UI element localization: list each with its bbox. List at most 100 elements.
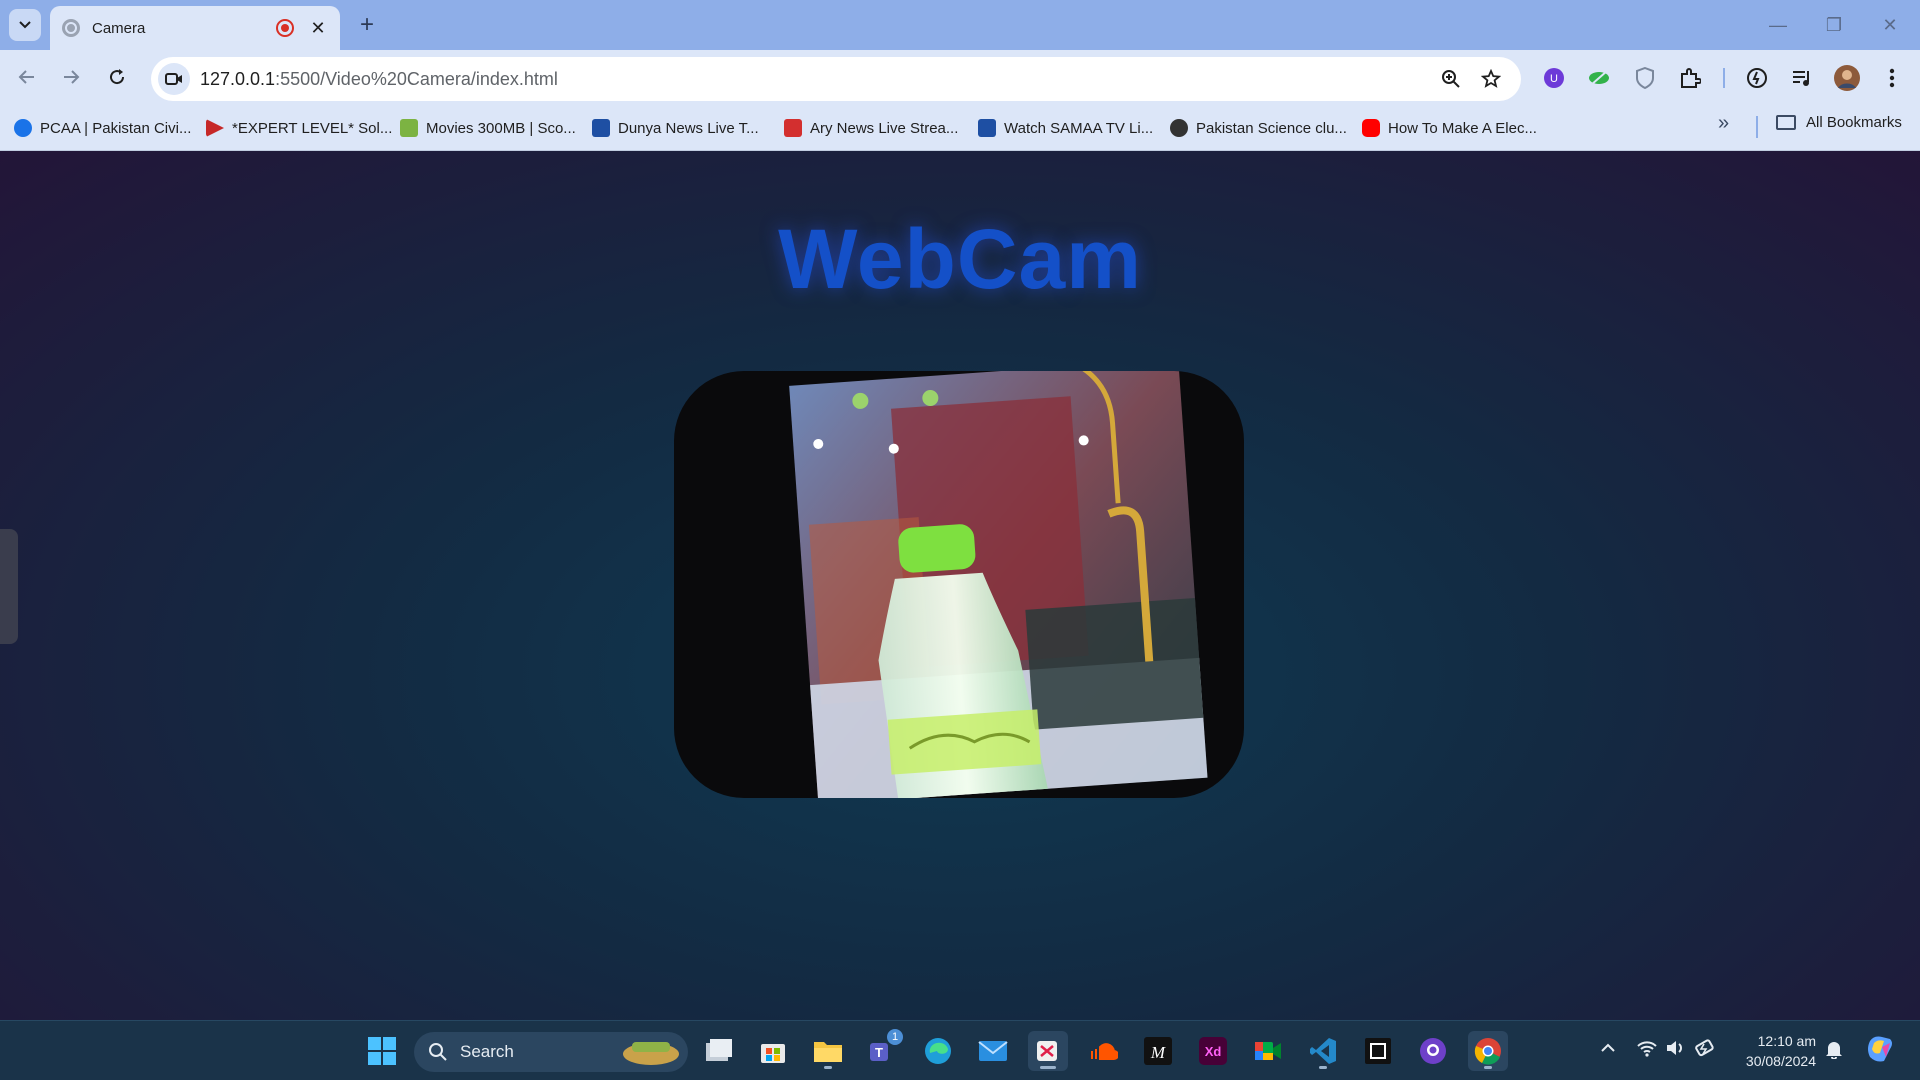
taskbar-search[interactable]: Search [414, 1032, 688, 1072]
eye-off-icon [1589, 70, 1609, 86]
medium-app-button[interactable]: M [1138, 1031, 1178, 1071]
tab-search-button[interactable] [9, 9, 41, 41]
dunya-logo-icon [592, 119, 610, 137]
zoom-icon [1442, 70, 1460, 88]
forward-button[interactable] [56, 62, 86, 92]
reload-button[interactable] [102, 62, 132, 92]
arrow-left-icon [18, 70, 34, 84]
bookmark-samaa-tv[interactable]: Watch SAMAA TV Li... [978, 115, 1153, 141]
show-hidden-icons-button[interactable] [1600, 1039, 1616, 1060]
google-meet-button[interactable] [1248, 1031, 1288, 1071]
network-button[interactable] [1636, 1039, 1658, 1062]
bookmark-star-button[interactable] [1471, 59, 1511, 99]
bookmark-label: How To Make A Elec... [1388, 119, 1537, 137]
file-explorer-button[interactable] [808, 1031, 848, 1071]
bookmark-label: *EXPERT LEVEL* Sol... [232, 119, 393, 137]
media-controls-button[interactable] [1788, 64, 1816, 92]
vscode-button[interactable] [1303, 1031, 1343, 1071]
running-indicator [1040, 1066, 1056, 1069]
all-bookmarks-button[interactable]: All Bookmarks [1776, 114, 1902, 131]
bookmark-dunya-news[interactable]: Dunya News Live T... [592, 115, 759, 141]
close-tab-button[interactable]: ✕ [308, 18, 328, 39]
clock[interactable]: 12:10 am 30/08/2024 [1730, 1031, 1816, 1071]
chevron-up-icon [1601, 1043, 1615, 1052]
square-app-icon [1365, 1038, 1391, 1064]
profile-button[interactable] [1833, 64, 1861, 92]
github-icon [1420, 1038, 1446, 1064]
bookmark-expert-level[interactable]: *EXPERT LEVEL* Sol... [206, 115, 392, 141]
shield-icon [1636, 67, 1654, 89]
webcam-video[interactable] [674, 371, 1244, 798]
performance-button[interactable] [1743, 64, 1771, 92]
mail-button[interactable] [973, 1031, 1013, 1071]
minimize-button[interactable]: — [1758, 10, 1798, 40]
bookmark-ary-news[interactable]: Ary News Live Strea... [784, 115, 958, 141]
star-icon [1481, 69, 1501, 88]
soundcloud-button[interactable] [1083, 1031, 1123, 1071]
url-text[interactable]: 127.0.0.1:5500/Video%20Camera/index.html [200, 69, 1431, 90]
queue-music-icon [1793, 71, 1809, 86]
close-window-button[interactable]: ✕ [1870, 10, 1910, 40]
edge-button[interactable] [918, 1031, 958, 1071]
running-indicator [824, 1066, 832, 1069]
extension-button-1[interactable]: U [1540, 64, 1568, 92]
copilot-icon [1868, 1036, 1892, 1062]
task-view-button[interactable] [698, 1031, 738, 1071]
site-info-button[interactable] [158, 63, 190, 95]
restore-button[interactable]: ❐ [1814, 10, 1854, 40]
bookmark-how-to-make[interactable]: How To Make A Elec... [1362, 115, 1537, 141]
puzzle-icon [1681, 68, 1701, 88]
battery-button[interactable] [1694, 1039, 1716, 1062]
bookmark-label: Movies 300MB | Sco... [426, 119, 576, 137]
app-button-square[interactable] [1358, 1031, 1398, 1071]
address-bar[interactable]: 127.0.0.1:5500/Video%20Camera/index.html [151, 57, 1521, 101]
bookmark-movies[interactable]: Movies 300MB | Sco... [400, 115, 576, 141]
search-label: Search [460, 1042, 514, 1061]
tab-strip: Camera ✕ + — ❐ ✕ [0, 0, 1920, 50]
toolbar-divider [1723, 68, 1725, 88]
running-indicator [1319, 1066, 1327, 1069]
extensions-menu-button[interactable] [1676, 64, 1704, 92]
side-panel-handle[interactable] [0, 529, 18, 644]
chrome-button[interactable] [1468, 1031, 1508, 1071]
bookmark-pcaa[interactable]: PCAA | Pakistan Civi... [14, 115, 191, 141]
all-bookmarks-label: All Bookmarks [1806, 114, 1902, 131]
teams-button[interactable]: T1 [863, 1029, 903, 1071]
copilot-button[interactable] [1864, 1033, 1896, 1070]
new-tab-button[interactable]: + [352, 10, 382, 40]
battery-charging-icon [1695, 1039, 1714, 1057]
chevron-down-icon [19, 21, 31, 29]
start-button[interactable] [362, 1031, 402, 1071]
menu-button[interactable] [1878, 64, 1906, 92]
ary-logo-icon [784, 119, 802, 137]
running-indicator [1484, 1066, 1492, 1069]
bookmark-label: Dunya News Live T... [618, 119, 759, 137]
more-bookmarks-button[interactable]: » [1718, 112, 1729, 135]
github-desktop-button[interactable] [1413, 1031, 1453, 1071]
microsoft-store-button[interactable] [753, 1031, 793, 1071]
play-red-icon [206, 119, 224, 137]
bookmark-science-club[interactable]: Pakistan Science clu... [1170, 115, 1347, 141]
clock-time: 12:10 am [1757, 1033, 1816, 1049]
globe-icon [62, 19, 80, 37]
adobe-xd-icon: Xd [1199, 1037, 1227, 1065]
movies-logo-icon [400, 119, 418, 137]
url-path: :5500/Video%20Camera/index.html [275, 68, 558, 89]
extension-button-3[interactable] [1631, 64, 1659, 92]
wifi-icon [1637, 1041, 1657, 1057]
bookmark-label: Watch SAMAA TV Li... [1004, 119, 1154, 137]
back-button[interactable] [12, 62, 42, 92]
bookmarks-bar: PCAA | Pakistan Civi... *EXPERT LEVEL* S… [0, 103, 1920, 151]
folder-icon [1776, 115, 1796, 130]
volume-button[interactable] [1665, 1039, 1687, 1062]
page-title: WebCam [778, 212, 1142, 306]
zoom-button[interactable] [1431, 59, 1471, 99]
tab-camera[interactable]: Camera ✕ [50, 6, 340, 50]
snipping-tool-button[interactable] [1028, 1031, 1068, 1071]
notifications-button[interactable] [1824, 1039, 1844, 1064]
bookmarks-divider [1756, 116, 1758, 138]
pcaa-logo-icon [14, 119, 32, 137]
adobe-xd-button[interactable]: Xd [1193, 1031, 1233, 1071]
extension-purple-icon: U [1544, 68, 1564, 88]
extension-button-2[interactable] [1585, 64, 1613, 92]
